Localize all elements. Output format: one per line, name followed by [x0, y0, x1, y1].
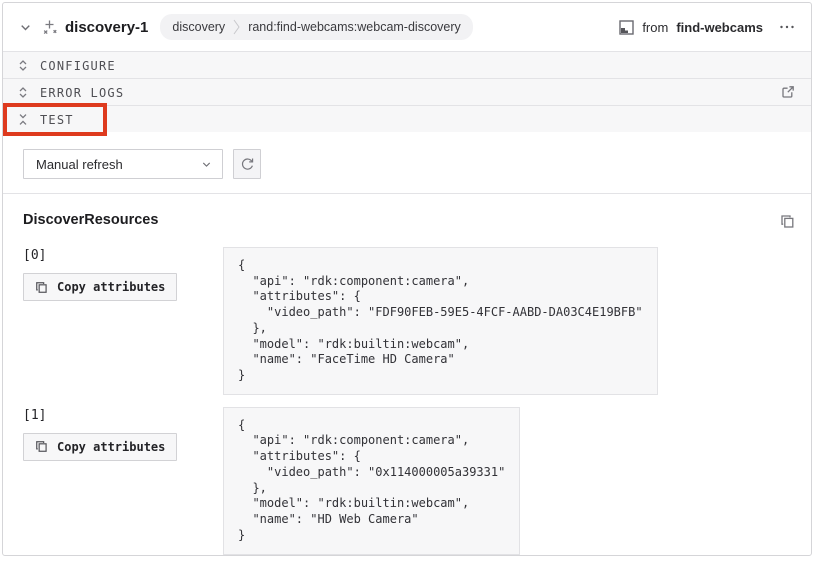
- badge-type-label: discovery: [172, 20, 225, 34]
- unfold-icon: [17, 59, 29, 72]
- from-prefix-label: from: [642, 20, 668, 35]
- section-label: TEST: [40, 112, 74, 127]
- refresh-controls: Manual refresh: [3, 132, 811, 193]
- copy-attributes-label: Copy attributes: [57, 280, 165, 294]
- copy-response-button[interactable]: [778, 212, 797, 231]
- copy-attributes-button[interactable]: Copy attributes: [23, 433, 177, 461]
- section-label: CONFIGURE: [40, 58, 116, 73]
- more-menu-button[interactable]: [777, 18, 797, 36]
- from-module: from find-webcams: [619, 20, 763, 35]
- chevron-down-icon: [19, 21, 32, 34]
- chevron-right-icon: [233, 18, 240, 36]
- copy-icon: [780, 214, 795, 229]
- result-item: [1] Copy attributes { "api": "rdk:compon…: [23, 407, 797, 555]
- unfold-icon: [17, 86, 29, 99]
- refresh-icon: [240, 157, 255, 172]
- copy-icon: [35, 440, 48, 453]
- discovery-sparkle-icon: [42, 19, 59, 36]
- component-title: discovery-1: [65, 19, 148, 36]
- badge-model-label: rand:find-webcams:webcam-discovery: [248, 20, 461, 34]
- section-bar-test[interactable]: TEST: [3, 105, 811, 132]
- ellipsis-icon: [779, 20, 795, 34]
- from-module-link[interactable]: find-webcams: [676, 20, 763, 35]
- json-code-block: { "api": "rdk:component:camera", "attrib…: [223, 247, 658, 395]
- result-index-label: [0]: [23, 248, 223, 263]
- refresh-mode-value: Manual refresh: [36, 157, 123, 172]
- open-logs-button[interactable]: [779, 83, 797, 101]
- chevron-down-icon: [201, 159, 212, 170]
- refresh-mode-select[interactable]: Manual refresh: [23, 149, 223, 179]
- test-panel: Manual refresh DiscoverResources: [3, 132, 811, 555]
- copy-attributes-label: Copy attributes: [57, 440, 165, 454]
- json-code-block: { "api": "rdk:component:camera", "attrib…: [223, 407, 520, 555]
- collapse-component-button[interactable]: [17, 19, 34, 36]
- refresh-button[interactable]: [233, 149, 261, 179]
- copy-icon: [35, 281, 48, 294]
- result-item: [0] Copy attributes { "api": "rdk:compon…: [23, 247, 797, 395]
- component-card: discovery-1 discovery rand:find-webcams:…: [2, 2, 812, 556]
- result-index-label: [1]: [23, 408, 223, 423]
- component-type-badge: discovery rand:find-webcams:webcam-disco…: [160, 14, 472, 40]
- external-link-icon: [781, 85, 795, 99]
- method-title: DiscoverResources: [23, 212, 158, 228]
- component-header: discovery-1 discovery rand:find-webcams:…: [3, 3, 811, 51]
- collapse-icon: [17, 113, 29, 126]
- section-bar-configure[interactable]: CONFIGURE: [3, 51, 811, 78]
- module-icon: [619, 20, 634, 35]
- section-label: ERROR LOGS: [40, 85, 124, 100]
- section-bar-error-logs[interactable]: ERROR LOGS: [3, 78, 811, 105]
- copy-attributes-button[interactable]: Copy attributes: [23, 273, 177, 301]
- results-panel: DiscoverResources [0]: [3, 194, 811, 555]
